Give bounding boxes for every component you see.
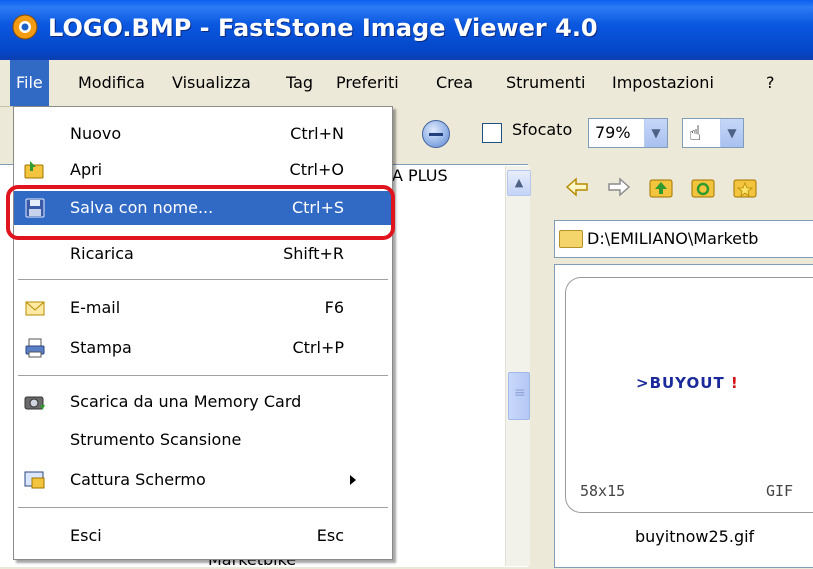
menu-item-label: Stampa [70, 338, 132, 357]
thumbnail-preview-text: >BUYOUT [636, 374, 731, 392]
menu-item-email[interactable]: E-mail F6 [14, 291, 392, 325]
file-menu: Nuovo Ctrl+N Apri Ctrl+O Salva con nome.… [13, 106, 393, 560]
faststone-camera-icon [12, 14, 38, 40]
menu-item-ricarica[interactable]: Ricarica Shift+R [14, 237, 392, 271]
menu-separator [18, 279, 388, 280]
thumbnail-type: GIF [766, 482, 794, 500]
thumbnail-preview-exclamation: ! [730, 374, 739, 392]
menu-impostazioni[interactable]: Impostazioni [606, 60, 720, 106]
menu-item-label: Esci [70, 526, 102, 545]
menu-file[interactable]: File [10, 60, 49, 106]
menu-item-label: Strumento Scansione [70, 430, 242, 449]
refresh-folder-icon[interactable] [690, 174, 716, 200]
title-bar: LOGO.BMP - FastStone Image Viewer 4.0 [0, 0, 813, 60]
chevron-down-icon[interactable]: ▼ [644, 119, 667, 147]
hand-icon: ☝ [689, 121, 702, 145]
menu-separator [18, 375, 388, 376]
zoom-out-icon[interactable] [422, 120, 450, 148]
zoom-value: 79% [595, 123, 631, 142]
menu-item-shortcut: Ctrl+O [289, 160, 344, 179]
menu-bar: File Modifica Visualizza Tag Preferiti C… [0, 60, 813, 107]
thumbnail-dimensions: 58x15 [580, 482, 626, 500]
thumbnail-filename: buyitnow25.gif [635, 527, 755, 546]
menu-item-strumento-scansione[interactable]: Strumento Scansione [14, 423, 392, 457]
menu-strumenti[interactable]: Strumenti [500, 60, 591, 106]
camera-download-icon [24, 396, 45, 410]
scrollbar-thumb[interactable] [508, 372, 530, 420]
forward-arrow-icon[interactable] [606, 174, 632, 200]
blur-checkbox-label: Sfocato [512, 120, 573, 139]
menu-item-shortcut: Esc [316, 526, 344, 545]
thumbnail-preview: >BUYOUT ! [636, 374, 739, 392]
menu-item-label: Apri [70, 160, 103, 179]
chevron-down-icon[interactable]: ▼ [720, 119, 743, 147]
zoom-select[interactable]: 79% ▼ [588, 118, 668, 148]
browser-nav-toolbar [540, 164, 813, 212]
envelope-icon [25, 301, 45, 316]
menu-item-stampa[interactable]: Stampa Ctrl+P [14, 331, 392, 365]
path-text: D:\EMILIANO\Marketb [587, 229, 759, 248]
menu-separator [18, 507, 388, 508]
open-folder-icon [24, 161, 44, 179]
menu-modifica[interactable]: Modifica [72, 60, 151, 106]
menu-item-shortcut: Shift+R [283, 244, 344, 263]
menu-item-cattura-schermo[interactable]: Cattura Schermo [14, 463, 392, 497]
menu-item-shortcut: Ctrl+P [292, 338, 344, 357]
menu-item-scarica-memory-card[interactable]: Scarica da una Memory Card [14, 385, 392, 419]
menu-preferiti[interactable]: Preferiti [330, 60, 405, 106]
menu-crea[interactable]: Crea [430, 60, 479, 106]
browser-pane: D:\EMILIANO\Marketb >BUYOUT ! 58x15 GIF … [540, 164, 813, 568]
submenu-arrow-icon [350, 475, 356, 485]
menu-item-esci[interactable]: Esci Esc [14, 519, 392, 553]
menu-item-label: Scarica da una Memory Card [70, 392, 302, 411]
screen-capture-icon [24, 471, 45, 489]
favorites-folder-icon[interactable] [732, 174, 758, 200]
tree-item-partial[interactable]: A PLUS [392, 166, 448, 185]
menu-help[interactable]: ? [760, 60, 781, 106]
menu-item-apri[interactable]: Apri Ctrl+O [14, 153, 392, 187]
folder-icon [559, 230, 583, 248]
thumbnail-panel: >BUYOUT ! 58x15 GIF buyitnow25.gif [554, 264, 813, 568]
menu-item-shortcut: Ctrl+N [290, 124, 344, 143]
tree-scrollbar[interactable]: ▲ [505, 166, 531, 566]
menu-item-nuovo[interactable]: Nuovo Ctrl+N [14, 117, 392, 151]
toolbar: Sfocato 79% ▼ ☝ ▼ [392, 106, 813, 164]
menu-item-label: Cattura Schermo [70, 470, 206, 489]
menu-item-label: Ricarica [70, 244, 134, 263]
thumbnail-card[interactable]: >BUYOUT ! 58x15 GIF [565, 277, 813, 513]
back-arrow-icon[interactable] [564, 174, 590, 200]
blur-checkbox[interactable] [482, 123, 502, 143]
up-folder-icon[interactable] [648, 174, 674, 200]
path-field[interactable]: D:\EMILIANO\Marketb [554, 220, 813, 258]
scroll-up-icon[interactable]: ▲ [507, 170, 531, 196]
printer-icon [25, 338, 45, 358]
menu-item-label: Nuovo [70, 124, 122, 143]
highlight-annotation [6, 185, 395, 240]
pan-tool-select[interactable]: ☝ ▼ [682, 118, 744, 148]
menu-item-label: E-mail [70, 298, 121, 317]
window-title: LOGO.BMP - FastStone Image Viewer 4.0 [48, 14, 598, 42]
menu-tag[interactable]: Tag [280, 60, 319, 106]
menu-visualizza[interactable]: Visualizza [166, 60, 257, 106]
menu-item-shortcut: F6 [324, 298, 344, 317]
